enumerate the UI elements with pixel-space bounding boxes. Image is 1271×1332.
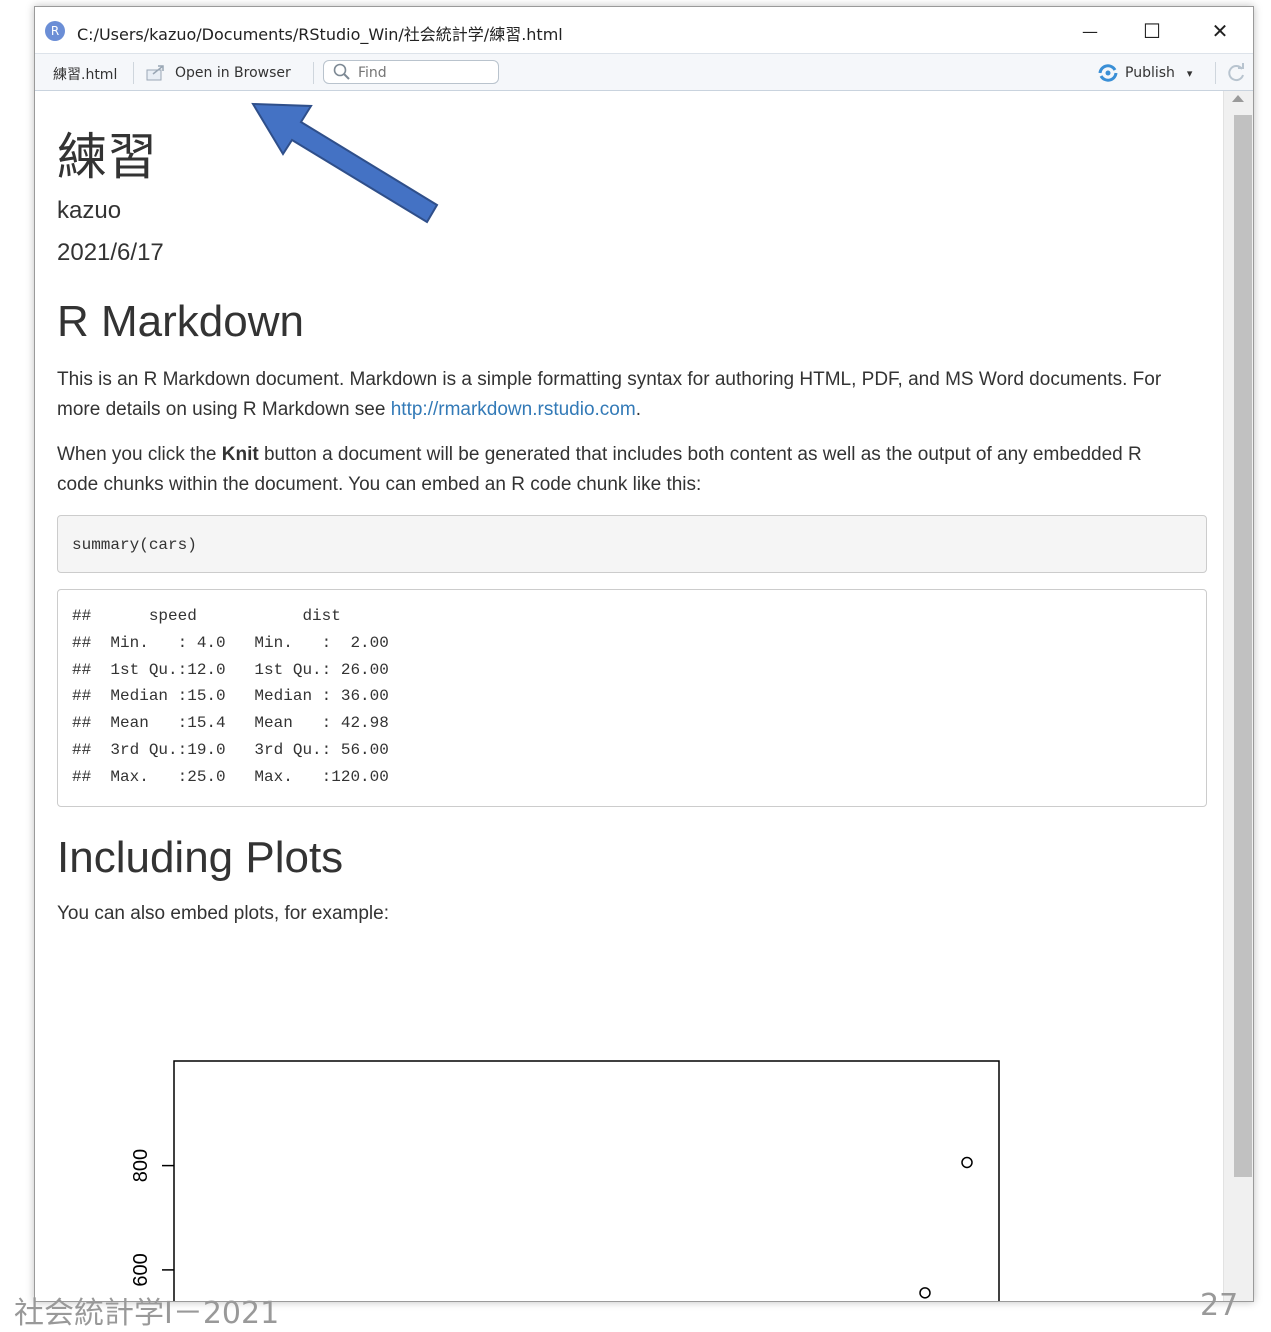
close-icon: ✕ bbox=[1211, 19, 1229, 43]
toolbar-divider bbox=[313, 62, 314, 84]
y-axis-ticks: 800600400 bbox=[130, 1149, 174, 1287]
toolbar-divider bbox=[1215, 62, 1216, 84]
chevron-down-icon[interactable]: ▾ bbox=[1187, 67, 1193, 80]
slide-page-number: 27 bbox=[1200, 1288, 1239, 1323]
annotation-arrow-icon bbox=[251, 102, 439, 224]
open-in-browser-icon bbox=[146, 65, 164, 81]
maximize-icon: ☐ bbox=[1143, 19, 1161, 43]
find-box bbox=[323, 60, 499, 84]
minimize-icon: — bbox=[1082, 21, 1098, 41]
document-content[interactable]: 練習 kazuo 2021/6/17 R Markdown This is an… bbox=[35, 91, 1225, 1301]
pressure-plot: 800600400 essure bbox=[130, 1060, 1000, 1301]
plot-point bbox=[961, 1156, 973, 1169]
y-tick-label: 600 bbox=[130, 1253, 152, 1286]
output-line: ## Median :15.0 Median : 36.00 bbox=[72, 687, 409, 706]
output-line: ## Mean :15.4 Mean : 42.98 bbox=[72, 714, 409, 733]
knit-paragraph: When you click the Knit button a documen… bbox=[57, 440, 1177, 500]
output-line: ## 1st Qu.:12.0 1st Qu.: 26.00 bbox=[72, 660, 409, 679]
rmarkdown-link[interactable]: http://rmarkdown.rstudio.com bbox=[391, 399, 636, 420]
open-in-browser-label: Open in Browser bbox=[175, 65, 291, 81]
find-input[interactable] bbox=[356, 63, 490, 83]
close-button[interactable]: ✕ bbox=[1195, 15, 1245, 47]
publish-icon bbox=[1098, 64, 1118, 82]
section-heading-r-markdown: R Markdown bbox=[57, 297, 304, 346]
file-name-label: 練習.html bbox=[53, 67, 118, 83]
output-line: ## 3rd Qu.:19.0 3rd Qu.: 56.00 bbox=[72, 740, 409, 759]
y-tick-label: 800 bbox=[130, 1149, 152, 1182]
viewer-window: R C:/Users/kazuo/Documents/RStudio_Win/社… bbox=[34, 6, 1254, 1302]
open-in-browser-button[interactable]: Open in Browser bbox=[145, 64, 291, 82]
r-logo-icon: R bbox=[45, 21, 65, 41]
scroll-up-icon[interactable] bbox=[1232, 95, 1244, 102]
scroll-thumb[interactable] bbox=[1234, 115, 1252, 1177]
code-chunk: summary(cars) bbox=[57, 515, 1207, 573]
window-title: C:/Users/kazuo/Documents/RStudio_Win/社会統… bbox=[77, 25, 563, 44]
refresh-icon[interactable] bbox=[1225, 62, 1247, 84]
vertical-scrollbar[interactable] bbox=[1223, 91, 1253, 1301]
intro-paragraph: This is an R Markdown document. Markdown… bbox=[57, 365, 1177, 425]
plot-points bbox=[919, 1156, 973, 1299]
plot-frame bbox=[173, 1060, 1000, 1301]
plot-point bbox=[919, 1287, 931, 1299]
page-title: 練習 bbox=[57, 128, 157, 186]
maximize-button[interactable]: ☐ bbox=[1127, 15, 1177, 47]
output-line: ## speed dist bbox=[72, 607, 409, 625]
publish-button[interactable]: Publish ▾ bbox=[1097, 64, 1192, 82]
viewer-toolbar: 練習.html Open in Browser Publish ▾ bbox=[35, 53, 1253, 91]
search-icon bbox=[333, 63, 350, 80]
publish-label: Publish bbox=[1125, 65, 1175, 81]
document-date: 2021/6/17 bbox=[57, 239, 164, 266]
output-line: ## Min. : 4.0 Min. : 2.00 bbox=[72, 633, 409, 652]
intro-end: . bbox=[635, 399, 641, 420]
toolbar-divider bbox=[133, 62, 134, 84]
knit-text-before: When you click the bbox=[57, 444, 222, 465]
minimize-button[interactable]: — bbox=[1065, 15, 1115, 47]
output-line: ## Max. :25.0 Max. :120.00 bbox=[72, 767, 409, 786]
title-bar[interactable]: R C:/Users/kazuo/Documents/RStudio_Win/社… bbox=[35, 7, 1253, 53]
output-block: ## speed dist ## Min. : 4.0 Min. : 2.00 … bbox=[57, 589, 1207, 807]
code-line: summary(cars) bbox=[72, 536, 197, 554]
section-heading-including-plots: Including Plots bbox=[57, 833, 344, 882]
document-author: kazuo bbox=[57, 197, 122, 224]
plots-paragraph: You can also embed plots, for example: bbox=[57, 903, 389, 924]
slide-footer: 社会統計学I－2021 bbox=[14, 1296, 280, 1331]
knit-bold: Knit bbox=[221, 444, 259, 465]
